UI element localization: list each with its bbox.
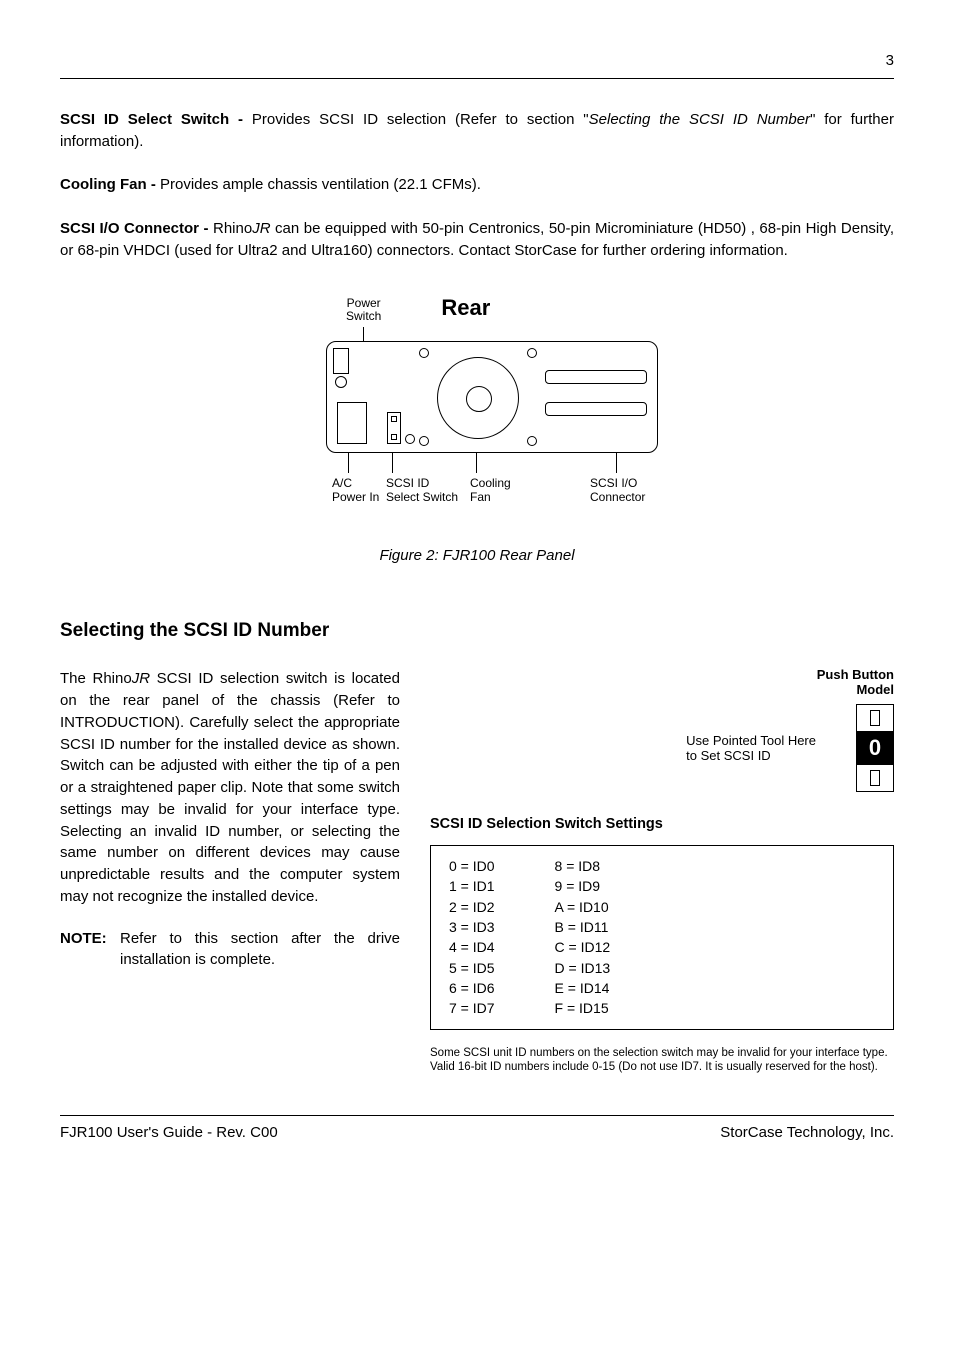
label-scsi-id-switch: SCSI ID Select Switch -: [60, 111, 252, 128]
text: Provides SCSI ID selection (Refer to sec…: [252, 111, 589, 128]
id-switch-graphic: 0: [856, 704, 894, 792]
label-scsi-io: SCSI I/O Connector -: [60, 220, 213, 237]
page-number: 3: [60, 50, 894, 72]
paragraph-cooling-fan: Cooling Fan - Provides ample chassis ven…: [60, 174, 894, 196]
label-scsi-io-conn: SCSI I/O Connector: [590, 477, 645, 505]
text: Rhino: [213, 220, 252, 237]
label-cooling-fan: Cooling Fan -: [60, 176, 160, 193]
footer-right: StorCase Technology, Inc.: [720, 1122, 894, 1144]
label-cooling-fan-diagram: Cooling Fan: [470, 477, 550, 505]
product-jr: JR: [132, 670, 150, 687]
note-block: NOTE: Refer to this section after the dr…: [60, 928, 400, 972]
figure-caption: Figure 2: FJR100 Rear Panel: [60, 545, 894, 567]
note-label: NOTE:: [60, 928, 120, 972]
section-heading: Selecting the SCSI ID Number: [60, 617, 894, 645]
switch-diagram: Use Pointed Tool Here to Set SCSI ID 0: [430, 704, 894, 792]
page-footer: FJR100 User's Guide - Rev. C00 StorCase …: [60, 1115, 894, 1144]
ref-italic: Selecting the SCSI ID Number: [589, 111, 810, 128]
text: Provides ample chassis ventilation (22.1…: [160, 176, 481, 193]
label-ac-power: A/C Power In: [332, 477, 386, 505]
section-body: The RhinoJR SCSI ID selection switch is …: [60, 668, 400, 1075]
label-push-button-model: Push Button Model: [430, 668, 894, 698]
label-scsi-id-select: SCSI ID Select Switch: [386, 477, 466, 505]
paragraph-scsi-io-connector: SCSI I/O Connector - RhinoJR can be equi…: [60, 218, 894, 262]
settings-footnote: Some SCSI unit ID numbers on the selecti…: [430, 1046, 894, 1076]
footer-left: FJR100 User's Guide - Rev. C00: [60, 1122, 278, 1144]
product-jr: JR: [252, 220, 270, 237]
settings-heading: SCSI ID Selection Switch Settings: [430, 814, 894, 835]
settings-col-1: 0 = ID0 1 = ID1 2 = ID2 3 = ID3 4 = ID4 …: [449, 856, 495, 1018]
label-use-pointed-tool: Use Pointed Tool Here to Set SCSI ID: [686, 733, 816, 764]
settings-table: 0 = ID0 1 = ID1 2 = ID2 3 = ID3 4 = ID4 …: [430, 845, 894, 1029]
top-rule: [60, 78, 894, 79]
label-power-switch: Power Switch: [346, 297, 381, 323]
text: The Rhino: [60, 670, 132, 687]
note-text: Refer to this section after the drive in…: [120, 928, 400, 972]
rear-panel-diagram: [326, 341, 658, 453]
figure-rear-panel: Power Switch Rear A/C Power In SCSI: [60, 292, 894, 505]
paragraph-scsi-id-switch: SCSI ID Select Switch - Provides SCSI ID…: [60, 109, 894, 153]
text: SCSI ID selection switch is located on t…: [60, 670, 400, 905]
id-switch-display: 0: [857, 731, 893, 765]
label-rear: Rear: [441, 292, 490, 324]
settings-col-2: 8 = ID8 9 = ID9 A = ID10 B = ID11 C = ID…: [555, 856, 611, 1018]
